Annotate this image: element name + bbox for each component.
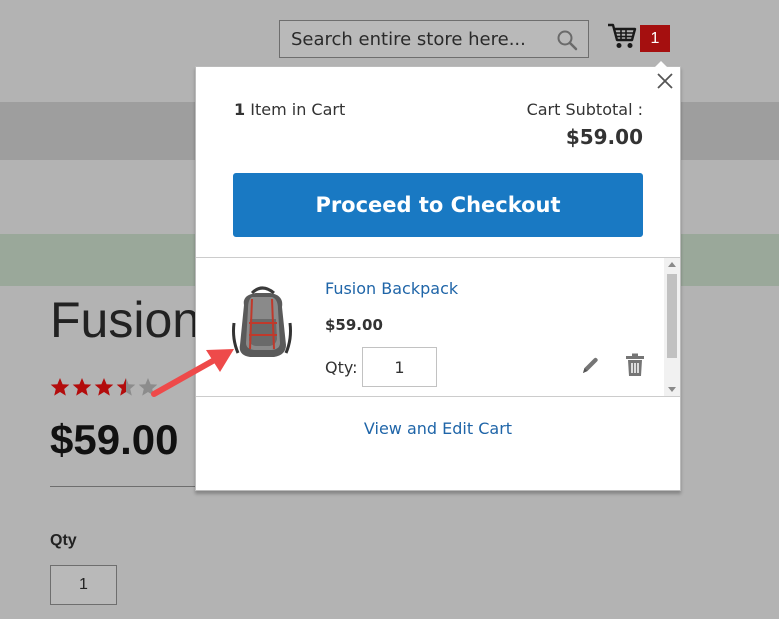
search-input[interactable] [280,21,550,57]
cart-items-count: 1 Item in Cart [234,100,345,119]
item-price: $59.00 [325,316,383,334]
divider [50,486,196,487]
subtotal-price: $59.00 [565,125,643,149]
minicart-dropdown: 1 Item in Cart Cart Subtotal : $59.00 Pr… [195,61,681,491]
trash-icon[interactable] [624,353,646,377]
items-count-number: 1 [234,100,246,119]
scroll-up-arrow[interactable] [668,262,676,267]
items-count-label: Item in Cart [250,100,346,119]
rating-stars [50,377,160,401]
pencil-icon[interactable] [579,355,601,377]
items-scrollbar[interactable] [664,258,680,396]
view-and-edit-cart-link[interactable]: View and Edit Cart [196,419,680,438]
product-name-link[interactable]: Fusion Backpack [325,279,458,298]
star-full-icon [72,378,92,396]
annotation-arrow-icon [151,349,234,397]
product-price: $59.00 [50,416,179,463]
star-full-icon [50,378,70,396]
search-icon[interactable] [556,29,578,51]
search-box[interactable] [279,20,589,58]
close-icon[interactable] [654,70,676,92]
proceed-to-checkout-button[interactable]: Proceed to Checkout [233,173,643,237]
item-qty-label: Qty: [325,358,358,377]
qty-label: Qty [50,532,77,549]
minicart-items-list: Fusion Backpack $59.00 Qty: [196,257,680,397]
shopping-cart-icon[interactable] [607,22,637,50]
item-qty-input[interactable] [362,347,437,387]
qty-input[interactable] [50,565,117,605]
product-thumbnail[interactable] [230,283,294,363]
star-full-icon [94,378,114,396]
scrollbar-thumb[interactable] [667,274,677,358]
star-half-icon [116,378,136,396]
cart-count-badge[interactable]: 1 [640,25,670,52]
subtotal-label: Cart Subtotal : [526,100,643,119]
scroll-down-arrow[interactable] [668,387,676,392]
